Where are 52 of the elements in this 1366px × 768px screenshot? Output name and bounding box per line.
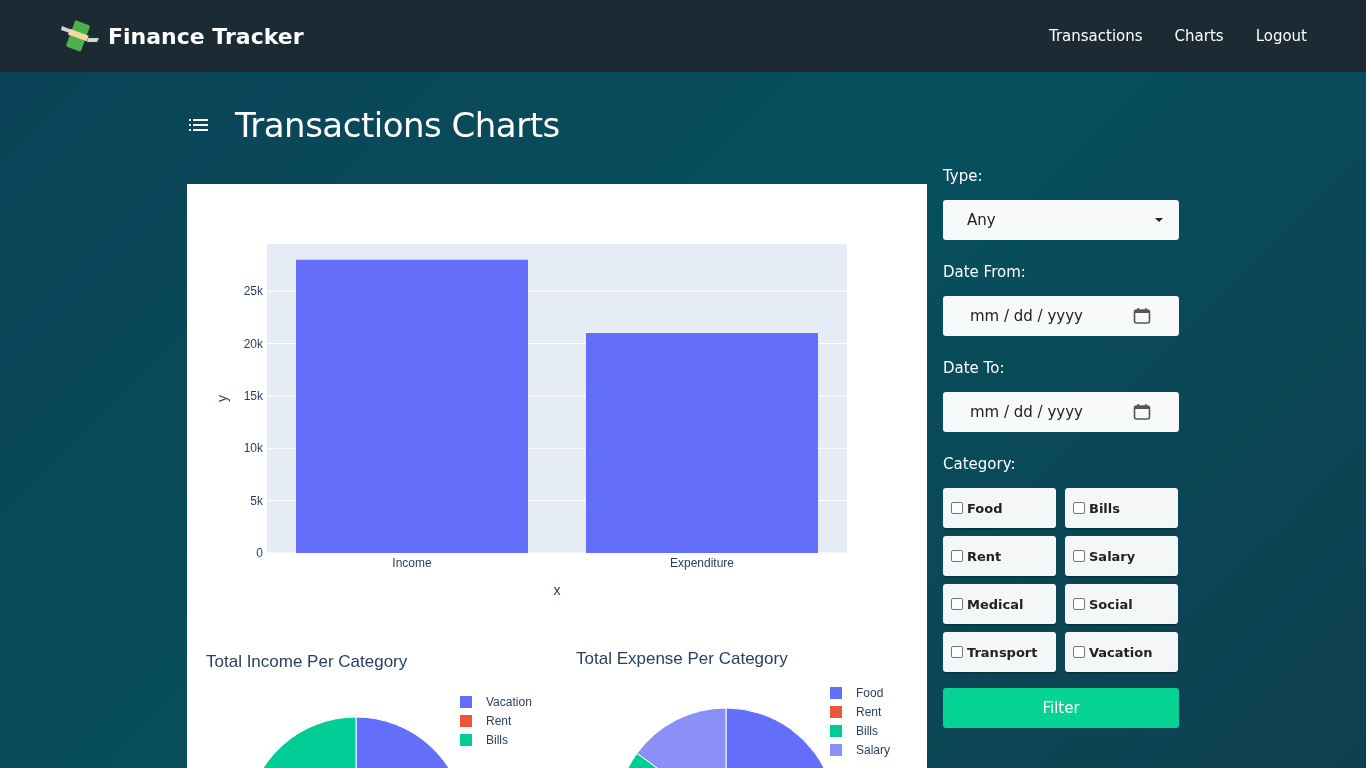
- checkbox[interactable]: [1073, 550, 1085, 562]
- axis-category-label: Expenditure: [670, 556, 734, 570]
- legend-label[interactable]: Vacation: [486, 694, 532, 709]
- legend-label[interactable]: Rent: [486, 713, 512, 728]
- nav-link[interactable]: Charts: [1174, 27, 1224, 45]
- axis-tick-label: 15k: [243, 388, 263, 403]
- axis-tick-label: 20k: [243, 336, 263, 351]
- y-axis-title: y: [214, 395, 230, 402]
- category-toggle[interactable]: Medical: [943, 584, 1056, 624]
- money-icon: [60, 18, 100, 54]
- type-select[interactable]: Any: [943, 200, 1179, 240]
- calendar-icon: [1133, 307, 1151, 325]
- checkbox[interactable]: [1073, 598, 1085, 610]
- axis-tick-label: 10k: [243, 441, 263, 456]
- category-toggle[interactable]: Vacation: [1065, 632, 1178, 672]
- page-title: Transactions Charts: [235, 105, 560, 145]
- x-axis-title: x: [553, 582, 561, 598]
- field-label: Type:: [943, 166, 984, 187]
- axis-tick-label: 0: [256, 546, 263, 560]
- brand-title[interactable]: Finance Tracker: [108, 23, 304, 49]
- category-toggle[interactable]: Bills: [1065, 488, 1178, 528]
- category-toggle[interactable]: Food: [943, 488, 1056, 528]
- category-toggle[interactable]: Salary: [1065, 536, 1178, 576]
- checkbox[interactable]: [951, 646, 963, 658]
- calendar-icon: [1133, 403, 1151, 421]
- field-label: Category:: [943, 454, 1017, 475]
- category-toggle[interactable]: Transport: [943, 632, 1056, 672]
- list-icon: [189, 117, 209, 133]
- caret-icon: [1155, 218, 1163, 222]
- legend-label[interactable]: Bills: [486, 732, 508, 747]
- field-label: Date To:: [943, 358, 1006, 379]
- nav-link[interactable]: Logout: [1255, 27, 1307, 45]
- checkbox[interactable]: [951, 598, 963, 610]
- field-label: Date From:: [943, 262, 1027, 283]
- axis-tick-label: 25k: [243, 284, 263, 299]
- category-toggle[interactable]: Rent: [943, 536, 1056, 576]
- nav-link[interactable]: Transactions: [1048, 27, 1143, 45]
- date-field[interactable]: mm / dd / yyyy: [943, 392, 1179, 432]
- checkbox[interactable]: [1073, 646, 1085, 658]
- checkbox[interactable]: [951, 502, 963, 514]
- axis-tick-label: 5k: [250, 493, 263, 508]
- checkbox[interactable]: [951, 550, 963, 562]
- legend-label[interactable]: Salary: [856, 742, 890, 757]
- date-field[interactable]: mm / dd / yyyy: [943, 296, 1179, 336]
- category-toggle[interactable]: Social: [1065, 584, 1178, 624]
- legend-label[interactable]: Food: [856, 685, 884, 700]
- legend-label[interactable]: Rent: [856, 704, 882, 719]
- axis-category-label: Income: [392, 556, 432, 570]
- chart-title: Total Income Per Category: [206, 652, 409, 672]
- checkbox[interactable]: [1073, 502, 1085, 514]
- legend-label[interactable]: Bills: [856, 723, 878, 738]
- chart-title: Total Expense Per Category: [576, 649, 789, 669]
